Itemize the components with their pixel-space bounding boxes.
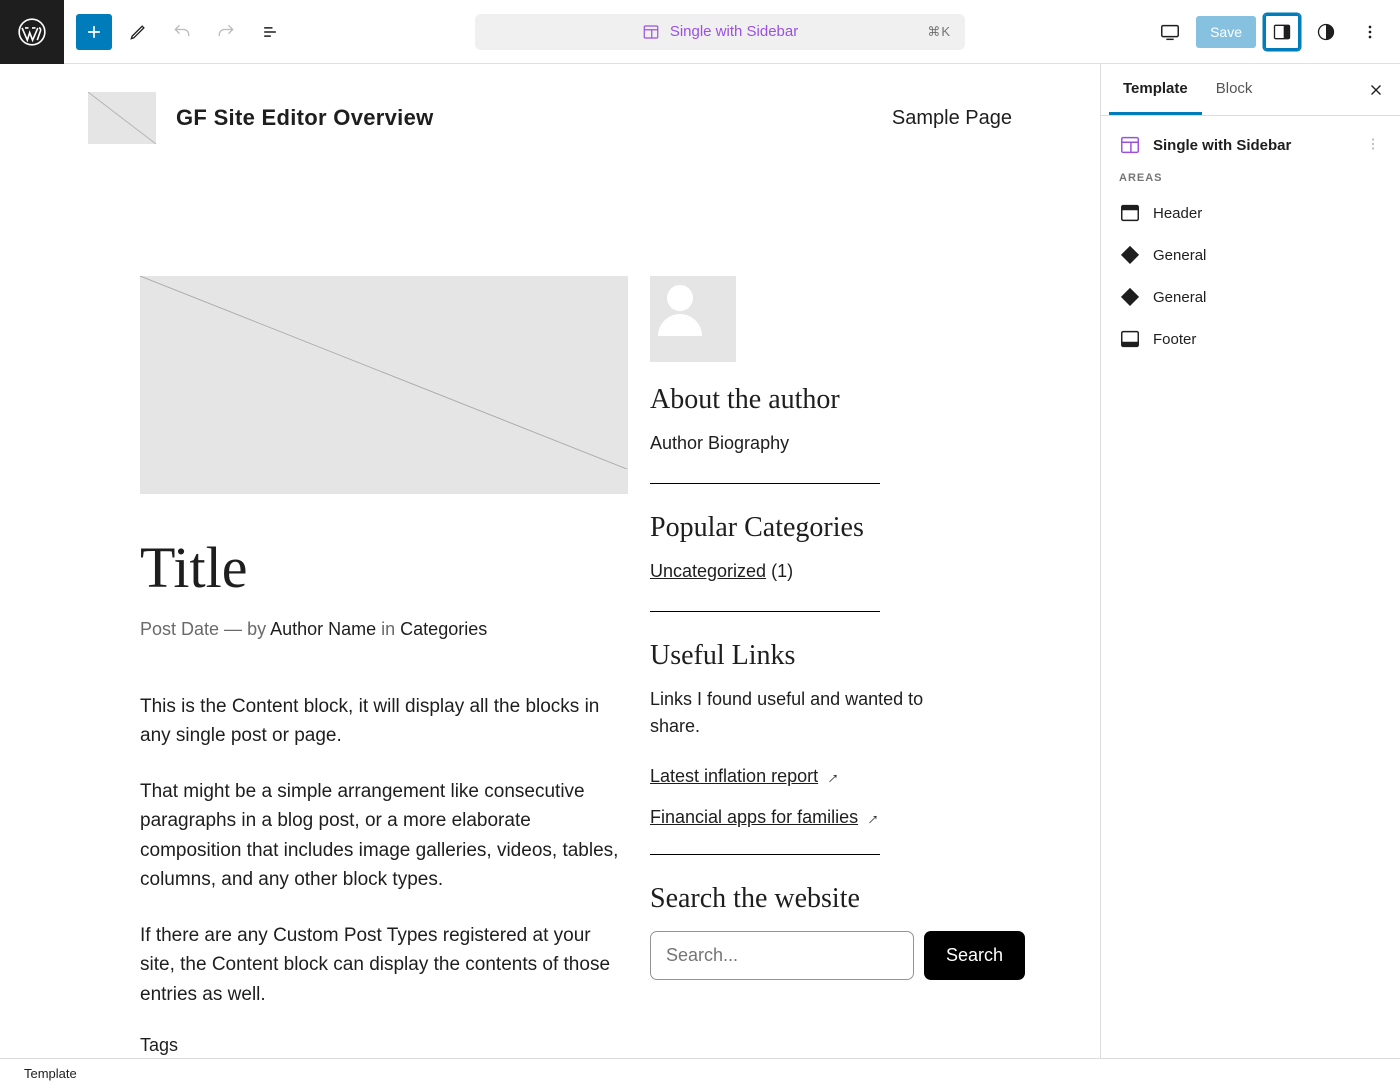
external-icon: → — [859, 805, 885, 831]
post-tags[interactable]: Tags — [140, 1035, 628, 1056]
nav-link-sample-page[interactable]: Sample Page — [892, 107, 1012, 130]
breadcrumb[interactable]: Template — [24, 1066, 77, 1081]
add-block-button[interactable] — [76, 14, 112, 50]
template-part-icon — [1119, 286, 1141, 308]
settings-panel-toggle[interactable] — [1264, 14, 1300, 50]
close-icon — [1367, 81, 1385, 99]
plus-icon — [84, 22, 104, 42]
editor-canvas[interactable]: GF Site Editor Overview Sample Page Titl… — [0, 64, 1100, 1058]
popular-categories-heading[interactable]: Popular Categories — [650, 512, 960, 544]
redo-button[interactable] — [208, 14, 244, 50]
category-link[interactable]: Uncategorized — [650, 561, 766, 581]
tab-block[interactable]: Block — [1202, 64, 1267, 115]
post-categories: Categories — [400, 619, 487, 639]
placeholder-icon — [88, 92, 156, 144]
author-avatar-placeholder[interactable] — [650, 276, 736, 362]
area-row-footer[interactable]: Footer — [1115, 318, 1386, 360]
content-paragraph[interactable]: If there are any Custom Post Types regis… — [140, 921, 628, 1009]
placeholder-icon — [140, 276, 628, 469]
template-part-icon — [1119, 244, 1141, 266]
styles-button[interactable] — [1308, 14, 1344, 50]
more-vertical-icon — [1364, 135, 1382, 153]
view-button[interactable] — [1152, 14, 1188, 50]
content-paragraph[interactable]: That might be a simple arrangement like … — [140, 777, 628, 895]
options-button[interactable] — [1352, 14, 1388, 50]
document-title-bar[interactable]: Single with Sidebar ⌘K — [475, 14, 965, 50]
site-logo-placeholder[interactable] — [88, 92, 156, 144]
command-shortcut: ⌘K — [927, 24, 951, 40]
layout-icon — [1119, 134, 1141, 156]
external-link[interactable]: Financial apps for families — [650, 807, 858, 827]
document-title: Single with Sidebar — [670, 23, 798, 40]
external-link[interactable]: Latest inflation report — [650, 766, 818, 786]
header-icon — [1119, 202, 1141, 224]
wordpress-logo[interactable] — [0, 0, 64, 64]
site-header[interactable]: GF Site Editor Overview Sample Page — [0, 64, 1100, 172]
site-title[interactable]: GF Site Editor Overview — [176, 105, 434, 131]
footer-icon — [1119, 328, 1141, 350]
tab-template[interactable]: Template — [1109, 64, 1202, 115]
undo-icon — [172, 22, 192, 42]
save-button[interactable]: Save — [1196, 16, 1256, 48]
about-author-heading[interactable]: About the author — [650, 384, 960, 416]
post-meta[interactable]: Post Date — by Author Name in Categories — [140, 619, 628, 640]
template-name: Single with Sidebar — [1153, 137, 1291, 154]
category-count: (1) — [766, 561, 793, 581]
areas-section-label: Areas — [1115, 164, 1386, 192]
list-view-icon — [260, 22, 280, 42]
settings-panel: Template Block Single with Sidebar Areas — [1100, 64, 1400, 1058]
person-icon — [650, 276, 710, 336]
template-actions-button[interactable] — [1364, 135, 1382, 156]
post-title[interactable]: Title — [140, 534, 628, 601]
close-panel-button[interactable] — [1360, 74, 1392, 106]
document-overview-button[interactable] — [252, 14, 288, 50]
pencil-icon — [128, 22, 148, 42]
featured-image-placeholder[interactable] — [140, 276, 628, 494]
wordpress-icon — [18, 18, 46, 46]
edit-tool-button[interactable] — [120, 14, 156, 50]
separator — [650, 854, 880, 855]
more-vertical-icon — [1360, 22, 1380, 42]
area-row-general[interactable]: General — [1115, 234, 1386, 276]
useful-links-heading[interactable]: Useful Links — [650, 640, 960, 672]
area-row-general[interactable]: General — [1115, 276, 1386, 318]
template-row[interactable]: Single with Sidebar — [1115, 126, 1386, 164]
search-button[interactable]: Search — [924, 931, 1025, 980]
separator — [650, 483, 880, 484]
redo-icon — [216, 22, 236, 42]
post-author: Author Name — [270, 619, 376, 639]
styles-icon — [1316, 22, 1336, 42]
search-heading[interactable]: Search the website — [650, 883, 960, 915]
undo-button[interactable] — [164, 14, 200, 50]
author-bio[interactable]: Author Biography — [650, 430, 960, 457]
useful-links-desc[interactable]: Links I found useful and wanted to share… — [650, 686, 960, 740]
separator — [650, 611, 880, 612]
area-row-header[interactable]: Header — [1115, 192, 1386, 234]
search-input[interactable] — [650, 931, 914, 980]
post-date: Post Date — [140, 619, 219, 639]
external-icon: → — [819, 764, 845, 790]
layout-icon — [642, 23, 660, 41]
desktop-icon — [1159, 21, 1181, 43]
content-paragraph[interactable]: This is the Content block, it will displ… — [140, 692, 628, 751]
sidebar-icon — [1272, 22, 1292, 42]
